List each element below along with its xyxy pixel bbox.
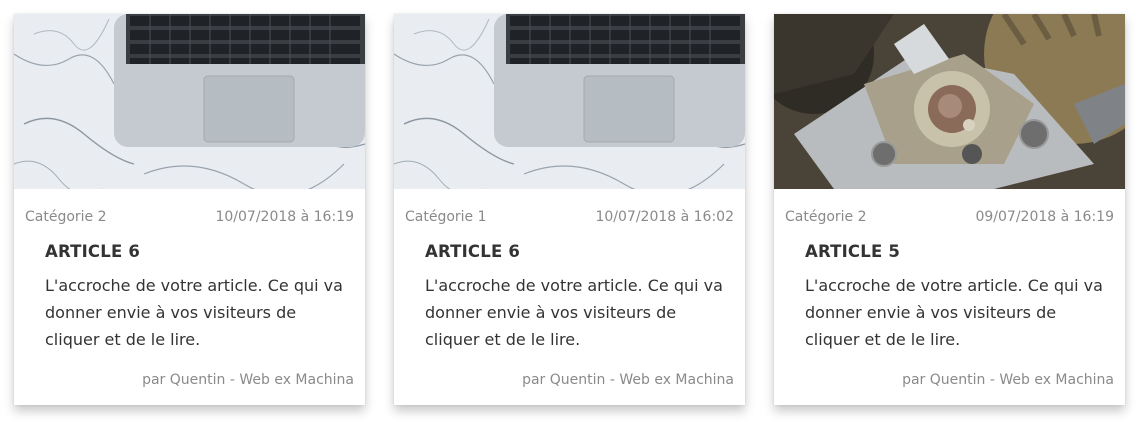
category-label[interactable]: Catégorie 1 <box>405 207 487 227</box>
author-label: par Quentin - Web ex Machina <box>522 372 734 388</box>
date-label: 09/07/2018 à 16:19 <box>975 209 1114 225</box>
article-card[interactable]: Catégorie 2 09/07/2018 à 16:19 ARTICLE 5… <box>774 14 1125 405</box>
laptop-on-marble-image[interactable] <box>394 14 745 189</box>
date-label: 10/07/2018 à 16:02 <box>595 209 734 225</box>
laptop-on-marble-image[interactable] <box>14 14 365 189</box>
card-meta: Catégorie 2 10/07/2018 à 16:19 <box>25 207 354 227</box>
date-label: 10/07/2018 à 16:19 <box>215 209 354 225</box>
category-label[interactable]: Catégorie 2 <box>785 207 867 227</box>
article-card[interactable]: Catégorie 1 10/07/2018 à 16:02 ARTICLE 6… <box>394 14 745 405</box>
card-meta: Catégorie 1 10/07/2018 à 16:02 <box>405 207 734 227</box>
article-excerpt: L'accroche de votre article. Ce qui va d… <box>805 276 1103 349</box>
article-excerpt: L'accroche de votre article. Ce qui va d… <box>425 276 723 349</box>
author-label: par Quentin - Web ex Machina <box>902 372 1114 388</box>
article-excerpt: L'accroche de votre article. Ce qui va d… <box>45 276 343 349</box>
article-card[interactable]: Catégorie 2 10/07/2018 à 16:19 ARTICLE 6… <box>14 14 365 405</box>
article-title[interactable]: ARTICLE 5 <box>805 242 900 261</box>
author-label: par Quentin - Web ex Machina <box>142 372 354 388</box>
watch-mechanism-gears-image[interactable] <box>774 14 1125 189</box>
category-label[interactable]: Catégorie 2 <box>25 207 107 227</box>
article-title[interactable]: ARTICLE 6 <box>425 242 520 261</box>
article-title[interactable]: ARTICLE 6 <box>45 242 140 261</box>
card-meta: Catégorie 2 09/07/2018 à 16:19 <box>785 207 1114 227</box>
